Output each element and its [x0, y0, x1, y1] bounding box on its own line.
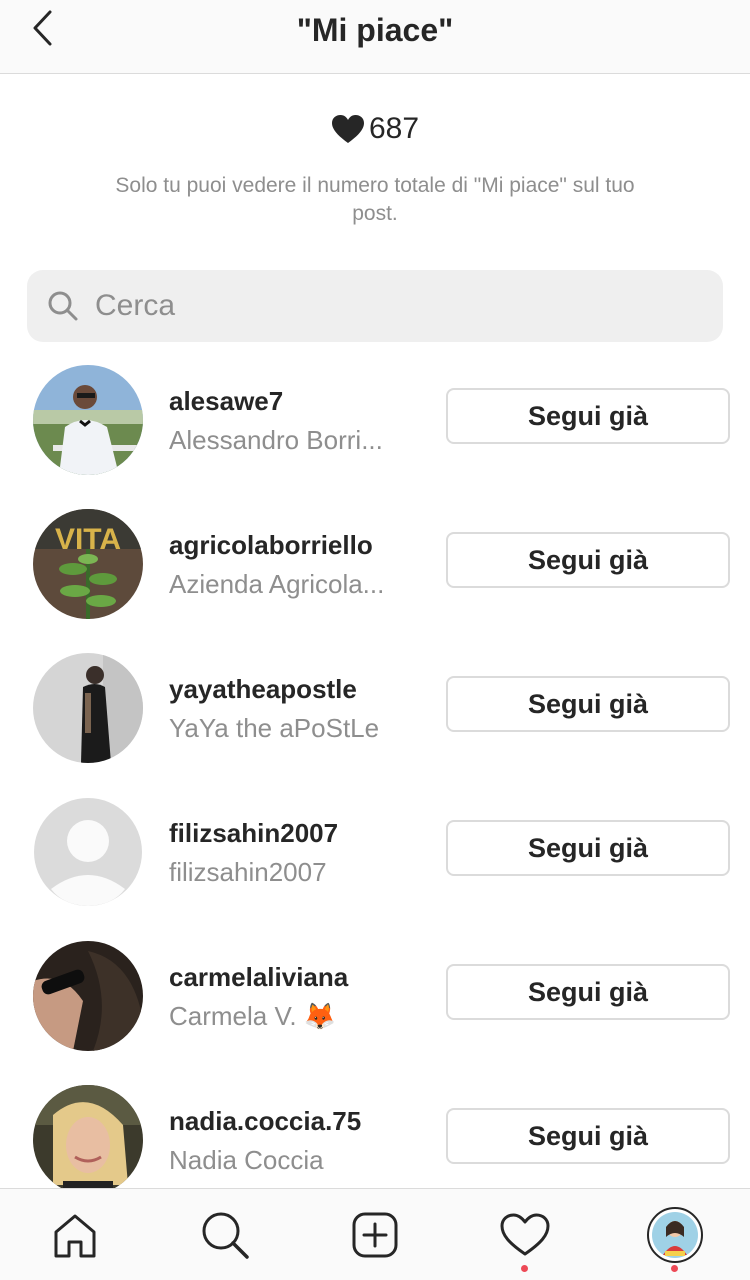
full-name: Nadia Coccia — [169, 1145, 324, 1175]
username[interactable]: agricolaborriello — [169, 530, 419, 561]
user-names: alesawe7 Alessandro Borri... — [169, 386, 419, 456]
following-button[interactable]: Segui già — [446, 820, 730, 876]
heart-filled-icon — [331, 115, 364, 143]
user-names: filizsahin2007 filizsahin2007 — [169, 818, 419, 888]
page-title: "Mi piace" — [296, 12, 454, 48]
tab-new-post[interactable] — [347, 1207, 403, 1263]
full-name: Alessandro Borri... — [169, 425, 383, 455]
following-button[interactable]: Segui già — [446, 676, 730, 732]
username[interactable]: carmelaliviana — [169, 962, 419, 993]
following-button[interactable]: Segui già — [446, 532, 730, 588]
following-button[interactable]: Segui già — [446, 1108, 730, 1164]
list-item[interactable]: carmelaliviana Carmela V. 🦊 Segui già — [0, 924, 750, 1068]
full-name: Azienda Agricola... — [169, 569, 385, 599]
top-nav-bar: "Mi piace" — [0, 0, 750, 74]
list-item[interactable]: VITA agricolaborriello Azienda Agricola.… — [0, 492, 750, 636]
tab-activity[interactable] — [497, 1207, 553, 1263]
following-button[interactable]: Segui già — [446, 964, 730, 1020]
likes-summary: 687 — [0, 112, 750, 146]
search-bar[interactable] — [27, 270, 723, 342]
full-name: YaYa the aPoStLe — [169, 713, 380, 743]
username[interactable]: alesawe7 — [169, 386, 419, 417]
likes-count: 687 — [368, 112, 420, 145]
username[interactable]: yayatheapostle — [169, 674, 419, 705]
search-icon — [48, 291, 78, 321]
avatar-default[interactable] — [33, 797, 143, 907]
profile-notification-dot — [671, 1265, 678, 1272]
user-names: yayatheapostle YaYa the aPoStLe — [169, 674, 419, 744]
home-icon — [54, 1214, 96, 1258]
avatar[interactable] — [33, 941, 143, 1051]
add-post-icon — [352, 1212, 398, 1258]
username[interactable]: filizsahin2007 — [169, 818, 419, 849]
user-names: agricolaborriello Azienda Agricola... — [169, 530, 419, 600]
list-item[interactable]: filizsahin2007 filizsahin2007 Segui già — [0, 780, 750, 924]
activity-notification-dot — [521, 1265, 528, 1272]
activity-heart-icon — [500, 1213, 550, 1256]
search-icon — [202, 1212, 249, 1259]
following-button[interactable]: Segui già — [446, 388, 730, 444]
search-input[interactable] — [95, 289, 695, 323]
likes-visibility-note: Solo tu puoi vedere il numero totale di … — [115, 174, 635, 225]
list-item[interactable]: alesawe7 Alessandro Borri... Segui già — [0, 348, 750, 492]
tab-search[interactable] — [197, 1207, 253, 1263]
tab-profile[interactable] — [647, 1207, 703, 1263]
list-item[interactable]: yayatheapostle YaYa the aPoStLe Segui gi… — [0, 636, 750, 780]
avatar[interactable] — [33, 365, 143, 475]
full-name: Carmela V. 🦊 — [169, 1001, 337, 1031]
tab-home[interactable] — [47, 1207, 103, 1263]
list-item[interactable]: nadia.coccia.75 Nadia Coccia Segui già — [0, 1068, 750, 1188]
username[interactable]: nadia.coccia.75 — [169, 1106, 419, 1137]
avatar[interactable] — [33, 653, 143, 763]
user-names: carmelaliviana Carmela V. 🦊 — [169, 962, 419, 1032]
bottom-tab-bar — [0, 1188, 750, 1280]
user-names: nadia.coccia.75 Nadia Coccia — [169, 1106, 419, 1176]
avatar[interactable]: VITA — [33, 509, 143, 619]
full-name: filizsahin2007 — [169, 857, 327, 887]
likers-list[interactable]: alesawe7 Alessandro Borri... Segui già V… — [0, 348, 750, 1188]
avatar[interactable] — [33, 1085, 143, 1188]
profile-avatar — [647, 1207, 703, 1263]
avatar-overlay-text: VITA — [55, 523, 121, 556]
